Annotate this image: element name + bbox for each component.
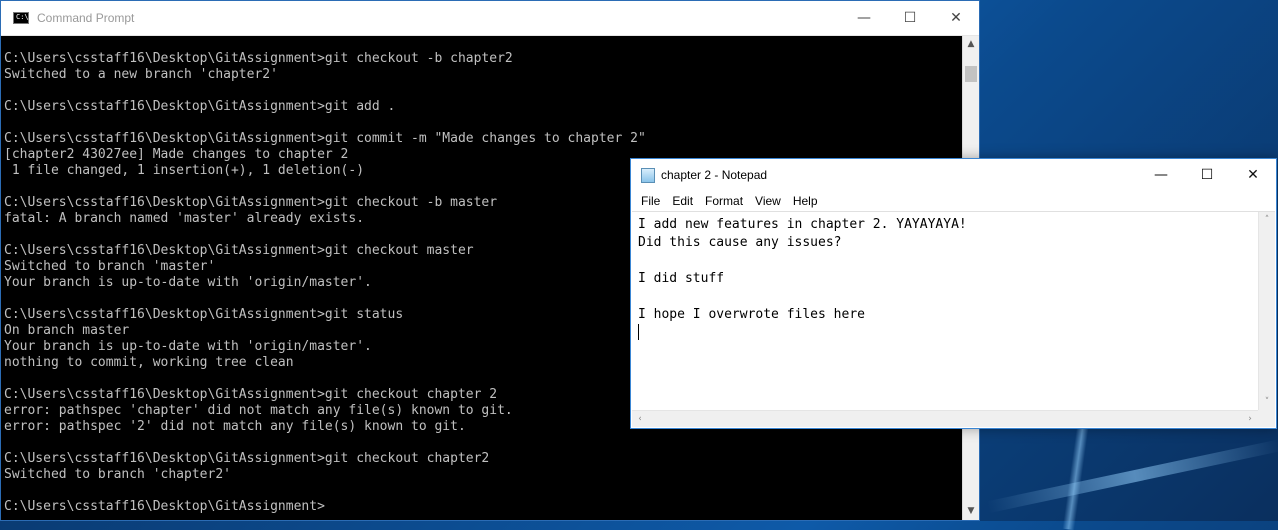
menu-bar: File Edit Format View Help xyxy=(631,191,1276,211)
console-line: C:\Users\csstaff16\Desktop\GitAssignment… xyxy=(4,131,646,146)
scrollbar-corner xyxy=(1258,410,1275,427)
desktop-light-beam xyxy=(1062,419,1090,530)
document-line: I add new features in chapter 2. YAYAYAY… xyxy=(638,217,967,232)
scroll-down-arrow-icon[interactable]: ▼ xyxy=(963,503,979,520)
notepad-window[interactable]: chapter 2 - Notepad — ☐ ✕ File Edit Form… xyxy=(630,158,1277,429)
document-line: I did stuff xyxy=(638,271,725,286)
close-button[interactable]: ✕ xyxy=(933,1,979,35)
menu-file[interactable]: File xyxy=(635,194,666,208)
desktop-light-beam xyxy=(987,438,1278,514)
console-icon: C:\ xyxy=(13,12,29,24)
menu-help[interactable]: Help xyxy=(787,194,824,208)
console-line: Switched to branch 'chapter2' xyxy=(4,467,231,482)
document-line: I hope I overwrote files here xyxy=(638,307,865,322)
notepad-icon xyxy=(641,167,655,183)
scroll-up-arrow-icon[interactable]: ▲ xyxy=(963,36,979,53)
horizontal-scrollbar[interactable]: ‹ › xyxy=(632,410,1258,427)
scroll-left-arrow-icon[interactable]: ‹ xyxy=(632,411,648,427)
console-line: C:\Users\csstaff16\Desktop\GitAssignment… xyxy=(4,99,396,114)
text-caret xyxy=(638,324,639,340)
document-text[interactable]: I add new features in chapter 2. YAYAYAY… xyxy=(638,216,1255,409)
document-line: Did this cause any issues? xyxy=(638,235,842,250)
notepad-title-bar[interactable]: chapter 2 - Notepad — ☐ ✕ xyxy=(631,159,1276,191)
scroll-up-arrow-icon[interactable]: ˄ xyxy=(1259,212,1275,228)
console-line: Switched to a new branch 'chapter2' xyxy=(4,67,278,82)
minimize-button[interactable]: — xyxy=(841,1,887,35)
console-line: C:\Users\csstaff16\Desktop\GitAssignment… xyxy=(4,499,325,514)
menu-edit[interactable]: Edit xyxy=(666,194,699,208)
notepad-window-title: chapter 2 - Notepad xyxy=(661,168,768,182)
text-editor-area[interactable]: I add new features in chapter 2. YAYAYAY… xyxy=(632,211,1275,427)
maximize-button[interactable]: ☐ xyxy=(887,1,933,35)
scroll-right-arrow-icon[interactable]: › xyxy=(1242,411,1258,427)
cmd-window-title: Command Prompt xyxy=(37,11,135,25)
scroll-thumb[interactable] xyxy=(965,66,977,82)
menu-view[interactable]: View xyxy=(749,194,787,208)
menu-format[interactable]: Format xyxy=(699,194,749,208)
console-line: C:\Users\csstaff16\Desktop\GitAssignment… xyxy=(4,451,490,466)
cmd-title-bar[interactable]: C:\ Command Prompt — ☐ ✕ xyxy=(1,1,979,36)
vertical-scrollbar[interactable]: ˄ ˅ xyxy=(1258,212,1275,410)
console-line: C:\Users\csstaff16\Desktop\GitAssignment… xyxy=(4,51,513,66)
scroll-down-arrow-icon[interactable]: ˅ xyxy=(1259,394,1275,410)
close-button[interactable]: ✕ xyxy=(1230,159,1276,190)
minimize-button[interactable]: — xyxy=(1138,159,1184,190)
maximize-button[interactable]: ☐ xyxy=(1184,159,1230,190)
